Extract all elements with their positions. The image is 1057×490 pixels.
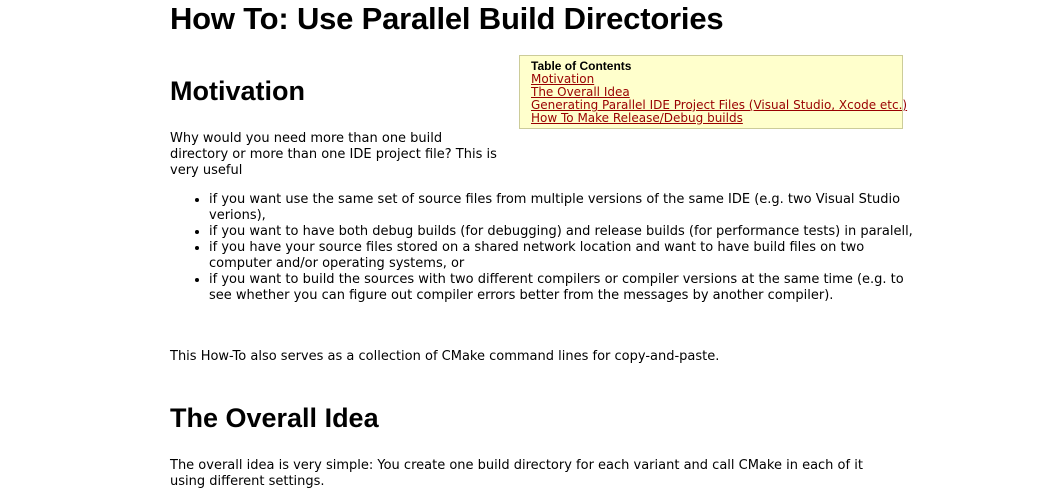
overall-idea-heading: The Overall Idea xyxy=(170,403,379,433)
motivation-intro: Why would you need more than one build d… xyxy=(170,131,497,178)
toc-link-release-debug-builds[interactable]: How To Make Release/Debug builds xyxy=(531,112,891,125)
overall-idea-text: The overall idea is very simple: You cre… xyxy=(170,458,863,489)
list-item: if you want use the same set of source f… xyxy=(209,192,929,224)
list-item: if you want to build the sources with tw… xyxy=(209,272,929,304)
motivation-heading: Motivation xyxy=(170,76,305,106)
page-title: How To: Use Parallel Build Directories xyxy=(170,1,724,36)
table-of-contents: Table of Contents Motivation The Overall… xyxy=(519,55,907,129)
list-item: if you want to have both debug builds (f… xyxy=(209,224,929,240)
motivation-outro: This How-To also serves as a collection … xyxy=(170,349,720,364)
motivation-bullet-list: if you want use the same set of source f… xyxy=(170,192,929,304)
list-item: if you have your source files stored on … xyxy=(209,240,929,272)
